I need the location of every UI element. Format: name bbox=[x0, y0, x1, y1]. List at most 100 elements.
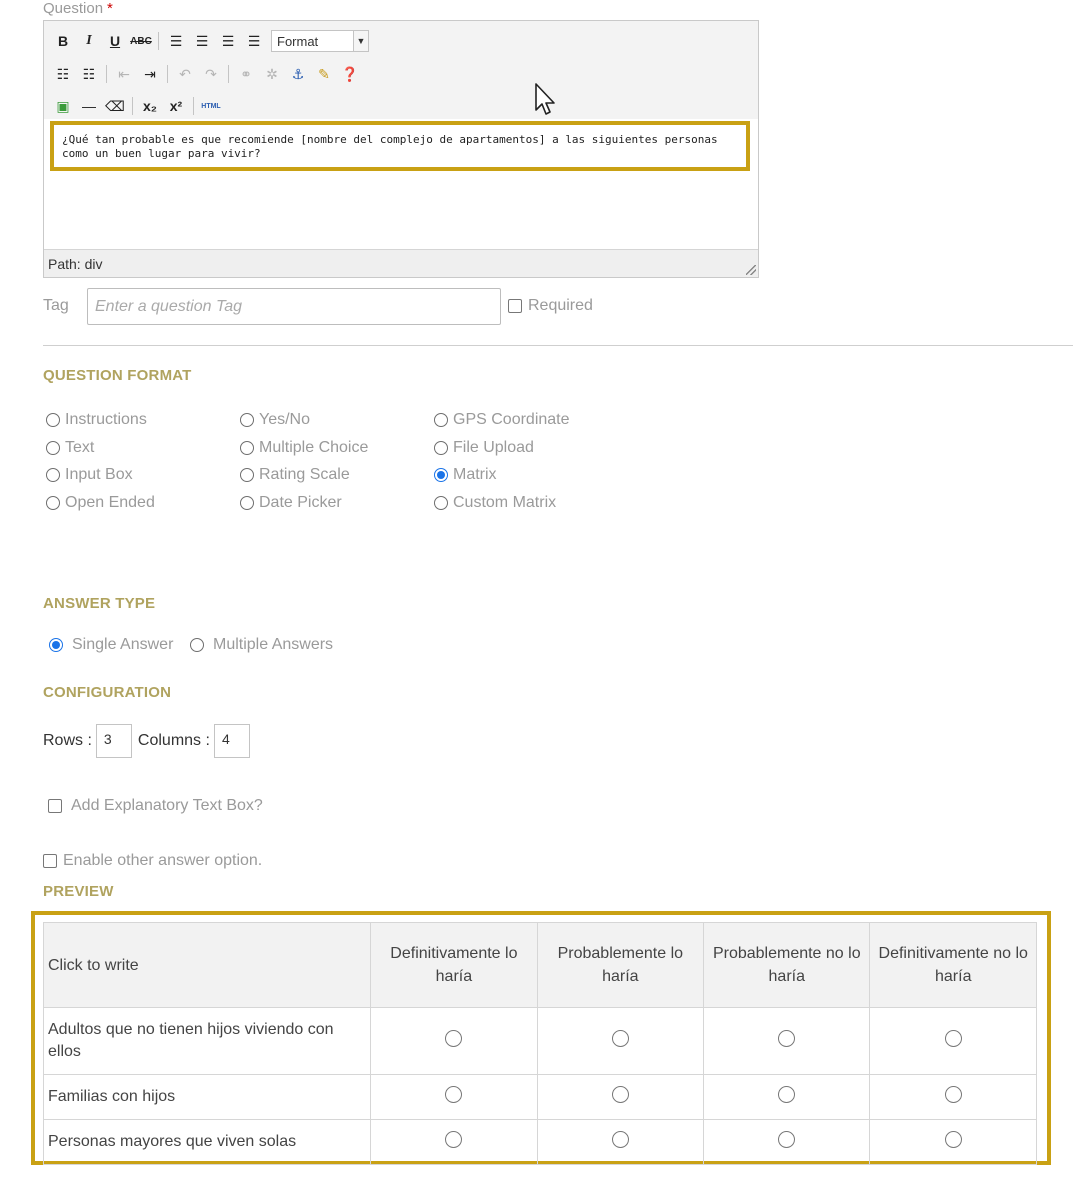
eraser-button[interactable]: ⌫ bbox=[102, 94, 128, 118]
broom-icon: ✎ bbox=[318, 65, 330, 82]
radio-icon[interactable] bbox=[434, 413, 448, 427]
explanatory-checkbox-wrap[interactable]: Add Explanatory Text Box? bbox=[48, 797, 263, 815]
outdent-icon: ⇤ bbox=[118, 65, 130, 82]
numbered-list-button[interactable]: ☷ bbox=[76, 62, 102, 86]
outdent-button[interactable]: ⇤ bbox=[111, 62, 137, 86]
matrix-corner-cell[interactable]: Click to write bbox=[42, 922, 372, 1008]
other-answer-checkbox-wrap[interactable]: Enable other answer option. bbox=[43, 852, 262, 870]
superscript-button[interactable]: x² bbox=[163, 94, 189, 118]
subscript-icon: x₂ bbox=[142, 98, 157, 114]
columns-input[interactable]: 4 bbox=[213, 724, 250, 758]
radio-icon[interactable] bbox=[778, 1030, 796, 1047]
radio-icon[interactable] bbox=[434, 441, 448, 455]
indent-button[interactable]: ⇥ bbox=[137, 62, 163, 86]
strikethrough-button[interactable]: ABC bbox=[128, 29, 154, 53]
option-label: Matrix bbox=[453, 466, 497, 483]
radio-icon[interactable] bbox=[434, 496, 448, 510]
radio-icon[interactable] bbox=[190, 638, 204, 652]
matrix-cell bbox=[370, 1074, 538, 1120]
radio-icon[interactable] bbox=[445, 1131, 463, 1148]
radio-icon[interactable] bbox=[445, 1086, 463, 1103]
question-format-heading: QUESTION FORMAT bbox=[43, 367, 192, 384]
clean-button[interactable]: ✎ bbox=[311, 62, 337, 86]
option-label: Open Ended bbox=[65, 494, 155, 511]
format-option-multiple-choice[interactable]: Multiple Choice bbox=[240, 438, 368, 458]
subscript-button[interactable]: x₂ bbox=[137, 94, 163, 118]
help-button[interactable]: ❓ bbox=[337, 62, 363, 86]
radio-icon[interactable] bbox=[46, 441, 60, 455]
radio-icon[interactable] bbox=[240, 441, 254, 455]
radio-icon[interactable] bbox=[611, 1086, 629, 1103]
redo-icon: ↷ bbox=[205, 65, 217, 82]
align-right-button[interactable]: ☰ bbox=[215, 29, 241, 53]
indent-icon: ⇥ bbox=[144, 65, 156, 82]
format-option-open-ended[interactable]: Open Ended bbox=[46, 493, 155, 513]
bold-button[interactable]: B bbox=[50, 29, 76, 53]
matrix-column-header: Probablemente no lo haría bbox=[703, 922, 871, 1008]
divider bbox=[43, 345, 1073, 346]
toolbar-separator bbox=[106, 65, 107, 83]
format-option-yes-no[interactable]: Yes/No bbox=[240, 410, 310, 430]
question-text[interactable]: ¿Qué tan probable es que recomiende [nom… bbox=[50, 121, 750, 171]
format-option-matrix[interactable]: Matrix bbox=[434, 465, 497, 485]
matrix-cell bbox=[370, 1119, 538, 1165]
format-option-instructions[interactable]: Instructions bbox=[46, 410, 147, 430]
underline-button[interactable]: U bbox=[102, 29, 128, 53]
required-checkbox-wrap[interactable]: Required bbox=[508, 297, 593, 315]
format-option-custom-matrix[interactable]: Custom Matrix bbox=[434, 493, 556, 513]
horizontal-rule-button[interactable]: — bbox=[76, 94, 102, 118]
unlink-button[interactable]: ✲ bbox=[259, 62, 285, 86]
undo-icon: ↶ bbox=[179, 65, 191, 82]
horizontal-rule-icon: — bbox=[82, 98, 96, 114]
resize-grip-icon[interactable] bbox=[746, 265, 756, 275]
radio-icon[interactable] bbox=[611, 1030, 629, 1047]
format-option-input-box[interactable]: Input Box bbox=[46, 465, 133, 485]
radio-icon[interactable] bbox=[240, 496, 254, 510]
format-select[interactable]: Format ▼ bbox=[271, 30, 369, 52]
rows-input[interactable]: 3 bbox=[95, 724, 132, 758]
format-option-rating-scale[interactable]: Rating Scale bbox=[240, 465, 350, 485]
align-justify-button[interactable]: ☰ bbox=[241, 29, 267, 53]
radio-icon[interactable] bbox=[445, 1030, 463, 1047]
undo-button[interactable]: ↶ bbox=[172, 62, 198, 86]
other-answer-label: Enable other answer option. bbox=[63, 852, 263, 869]
path-label: Path: div bbox=[48, 256, 103, 272]
format-select-value: Format bbox=[277, 33, 319, 49]
radio-icon[interactable] bbox=[944, 1086, 962, 1103]
image-button[interactable]: ▣ bbox=[50, 94, 76, 118]
radio-icon[interactable] bbox=[240, 413, 254, 427]
align-left-button[interactable]: ☰ bbox=[163, 29, 189, 53]
radio-icon[interactable] bbox=[46, 496, 60, 510]
radio-icon[interactable] bbox=[611, 1131, 629, 1148]
format-option-date-picker[interactable]: Date Picker bbox=[240, 493, 342, 513]
anchor-button[interactable]: ⚓ bbox=[285, 62, 311, 86]
radio-icon[interactable] bbox=[46, 468, 60, 482]
redo-button[interactable]: ↷ bbox=[198, 62, 224, 86]
format-option-file-upload[interactable]: File Upload bbox=[434, 438, 534, 458]
radio-selected-icon[interactable] bbox=[434, 468, 448, 482]
italic-button[interactable]: I bbox=[76, 29, 102, 53]
radio-icon[interactable] bbox=[778, 1131, 796, 1148]
bullet-list-button[interactable]: ☷ bbox=[50, 62, 76, 86]
tag-input[interactable] bbox=[87, 288, 501, 325]
other-answer-checkbox[interactable] bbox=[43, 854, 57, 868]
align-center-button[interactable]: ☰ bbox=[189, 29, 215, 53]
answer-type-multiple[interactable]: Multiple Answers bbox=[190, 635, 333, 655]
radio-selected-icon[interactable] bbox=[49, 638, 63, 652]
mouse-cursor-icon bbox=[535, 83, 555, 115]
editor-content-area[interactable]: ¿Qué tan probable es que recomiende [nom… bbox=[44, 119, 758, 249]
answer-type-single[interactable]: Single Answer bbox=[49, 635, 173, 655]
radio-icon[interactable] bbox=[778, 1086, 796, 1103]
link-button[interactable]: ⚭ bbox=[233, 62, 259, 86]
bold-icon: B bbox=[57, 33, 69, 49]
question-label: Question * bbox=[43, 0, 113, 17]
radio-icon[interactable] bbox=[240, 468, 254, 482]
format-option-gps-coordinate[interactable]: GPS Coordinate bbox=[434, 410, 570, 430]
radio-icon[interactable] bbox=[944, 1030, 962, 1047]
html-source-button[interactable]: HTML bbox=[198, 94, 224, 118]
radio-icon[interactable] bbox=[944, 1131, 962, 1148]
format-option-text[interactable]: Text bbox=[46, 438, 94, 458]
explanatory-checkbox[interactable] bbox=[48, 799, 62, 813]
required-checkbox[interactable] bbox=[508, 299, 522, 313]
radio-icon[interactable] bbox=[46, 413, 60, 427]
